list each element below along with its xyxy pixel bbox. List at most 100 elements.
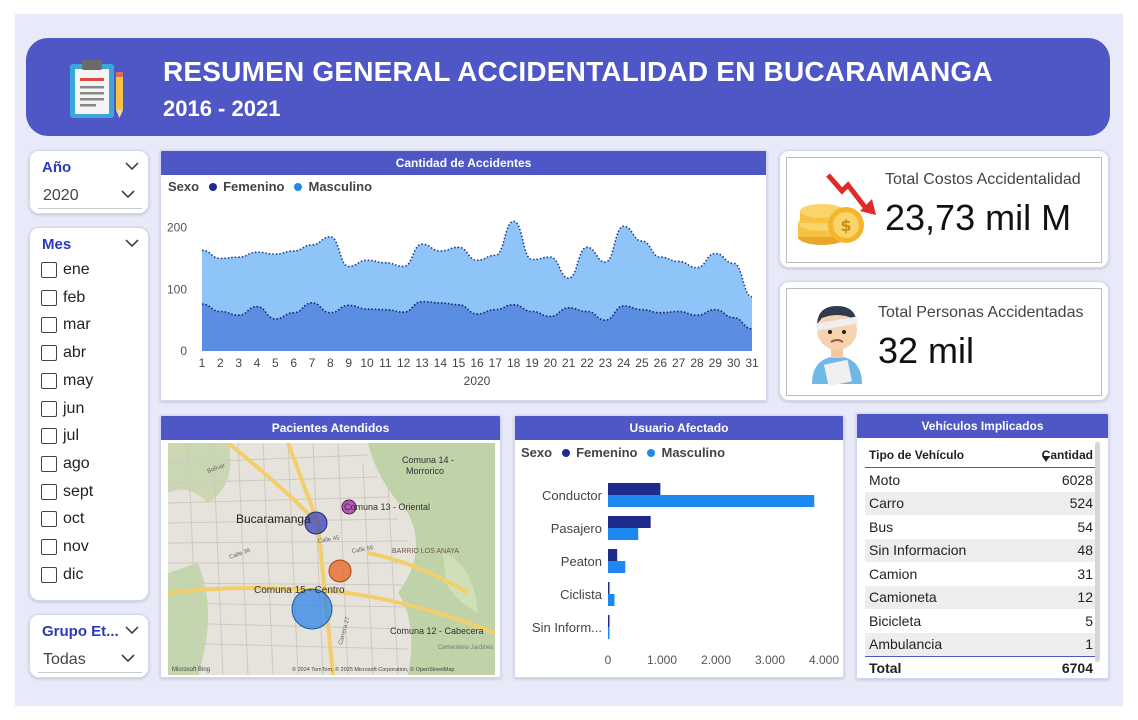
checkbox[interactable] <box>41 455 57 472</box>
table-row[interactable]: Camion 31 <box>865 562 1097 586</box>
sort-desc-icon[interactable] <box>1042 456 1050 462</box>
category-label: Sin Inform... <box>532 620 602 635</box>
month-option-nov[interactable]: nov <box>41 537 89 557</box>
x-tick-label: 26 <box>654 356 668 370</box>
bar-masculino[interactable] <box>608 528 639 540</box>
vehicle-type-cell: Ambulancia <box>869 636 943 653</box>
month-option-ene[interactable]: ene <box>41 260 90 280</box>
x-tick-label: 6 <box>290 356 297 370</box>
checkbox[interactable] <box>41 566 57 583</box>
month-option-feb[interactable]: feb <box>41 288 85 308</box>
table-row[interactable]: Carro 524 <box>865 491 1097 515</box>
table-total-row: Total 6704 <box>865 656 1097 678</box>
patients-map[interactable]: Comuna 14 - Morrorico Comuna 13 - Orient… <box>168 443 495 675</box>
table-row[interactable]: Sin Informacion 48 <box>865 538 1097 562</box>
map-label-cementerio: Cementerio Jardines <box>438 645 493 651</box>
table-row[interactable]: Bus 54 <box>865 515 1097 539</box>
chevron-down-icon[interactable] <box>124 161 140 171</box>
vehicle-qty-cell: 31 <box>1077 565 1093 582</box>
age-group-slicer-title: Grupo Et... <box>42 623 119 640</box>
table-row[interactable]: Camioneta 12 <box>865 585 1097 609</box>
month-option-may[interactable]: may <box>41 371 93 391</box>
month-label: feb <box>63 288 86 306</box>
table-body: Moto 6028 Carro 524 Bus 54 Sin Informacion 48 Ca… <box>865 468 1097 656</box>
accidents-area-chart: 01002001 2 3 4 5 6 7 8 9 10 11 12 13 14 15 16 17 18 19 20 21… <box>167 221 759 388</box>
year-slicer-title: Año <box>42 159 72 176</box>
month-option-sept[interactable]: sept <box>41 482 93 502</box>
bar-masculino[interactable] <box>608 627 610 639</box>
x-tick-label: 11 <box>379 356 392 370</box>
checkbox[interactable] <box>41 483 57 500</box>
bar-femenino[interactable] <box>608 516 651 528</box>
checkbox[interactable] <box>41 289 57 306</box>
chevron-down-icon[interactable] <box>120 653 136 663</box>
x-tick-label: 5 <box>272 356 279 370</box>
map-label-comuna12: Comuna 12 - Cabecera <box>390 626 484 636</box>
month-label: nov <box>63 538 89 555</box>
month-label: sept <box>63 482 94 500</box>
chevron-down-icon[interactable] <box>124 625 140 635</box>
x-tick-label: 28 <box>690 356 704 370</box>
vehicle-type-cell: Camioneta <box>869 589 937 606</box>
kpi-people-value: 32 mil <box>878 330 975 371</box>
col-type-header[interactable]: Tipo de Vehículo <box>869 448 964 462</box>
category-label: Ciclista <box>560 587 603 602</box>
bar-femenino[interactable] <box>608 549 618 561</box>
checkbox[interactable] <box>41 317 57 334</box>
vehicle-type-cell: Sin Informacion <box>869 542 967 559</box>
x-tick-label: 30 <box>727 356 741 370</box>
bar-masculino[interactable] <box>608 594 615 606</box>
age-group-slicer[interactable]: Grupo Et... Todas <box>29 614 149 678</box>
user-chart-title: Usuario Afectado <box>515 416 843 440</box>
map-attribution: © 2024 TomTom, © 2025 Microsoft Corporat… <box>292 666 454 673</box>
table-row[interactable]: Ambulancia 1 <box>865 632 1097 656</box>
chevron-down-icon[interactable] <box>124 238 140 248</box>
vehicle-type-cell: Carro <box>869 495 905 512</box>
month-option-abr[interactable]: abr <box>41 343 86 363</box>
month-option-ago[interactable]: ago <box>41 454 90 474</box>
bar-masculino[interactable] <box>608 495 815 507</box>
page-subtitle: 2016 - 2021 <box>163 96 281 121</box>
bar-femenino[interactable] <box>608 615 610 627</box>
bar-masculino[interactable] <box>608 561 626 573</box>
y-tick-label: 0 <box>180 344 187 358</box>
clipboard-icon <box>70 60 123 118</box>
chevron-down-icon[interactable] <box>120 189 136 199</box>
age-group-dropdown[interactable]: Todas <box>38 647 142 673</box>
table-scrollbar[interactable] <box>1095 442 1100 662</box>
checkbox[interactable] <box>41 400 57 417</box>
category-label: Conductor <box>542 488 603 503</box>
month-slicer-title: Mes <box>42 236 72 253</box>
bar-femenino[interactable] <box>608 483 661 495</box>
year-slicer[interactable]: Año 2020 <box>29 150 149 214</box>
x-tick-label: 14 <box>434 356 448 370</box>
month-option-dic[interactable]: dic <box>41 565 83 585</box>
month-option-mar[interactable]: mar <box>41 315 91 335</box>
checkbox[interactable] <box>41 262 57 278</box>
checkbox[interactable] <box>41 511 57 528</box>
vehicle-type-cell: Camion <box>869 565 918 582</box>
checkbox[interactable] <box>41 345 57 362</box>
bar-femenino[interactable] <box>608 582 610 594</box>
vehicle-qty-cell: 1 <box>1085 636 1093 653</box>
checkbox[interactable] <box>41 372 57 389</box>
x-tick-label: 8 <box>327 356 334 370</box>
month-option-jun[interactable]: jun <box>41 399 84 419</box>
month-option-oct[interactable]: oct <box>41 509 84 529</box>
year-dropdown[interactable]: 2020 <box>38 183 142 209</box>
x-tick-label: 15 <box>452 356 466 370</box>
checkbox[interactable] <box>41 428 57 445</box>
category-label: Peaton <box>561 554 602 569</box>
month-slicer[interactable]: Mes ene feb mar abr may jun jul ago sept oct nov di… <box>29 227 149 601</box>
table-row[interactable]: Moto 6028 <box>865 468 1097 492</box>
table-row[interactable]: Bicicleta 5 <box>865 609 1097 633</box>
month-option-jul[interactable]: jul <box>41 426 79 446</box>
accidents-chart-panel: Cantidad de Accidentes Sexo Femenino Mas… <box>160 150 767 401</box>
month-label: dic <box>63 565 84 583</box>
user-affected-bar-chart: Conductor Pasajero Peaton Ciclista Sin Infor… <box>532 483 839 667</box>
coins-down-icon: $ <box>798 173 876 245</box>
vehicle-qty-cell: 6028 <box>1061 471 1093 488</box>
x-tick-label: 4.000 <box>809 653 839 667</box>
checkbox[interactable] <box>41 539 57 555</box>
total-value: 6704 <box>1061 660 1093 677</box>
